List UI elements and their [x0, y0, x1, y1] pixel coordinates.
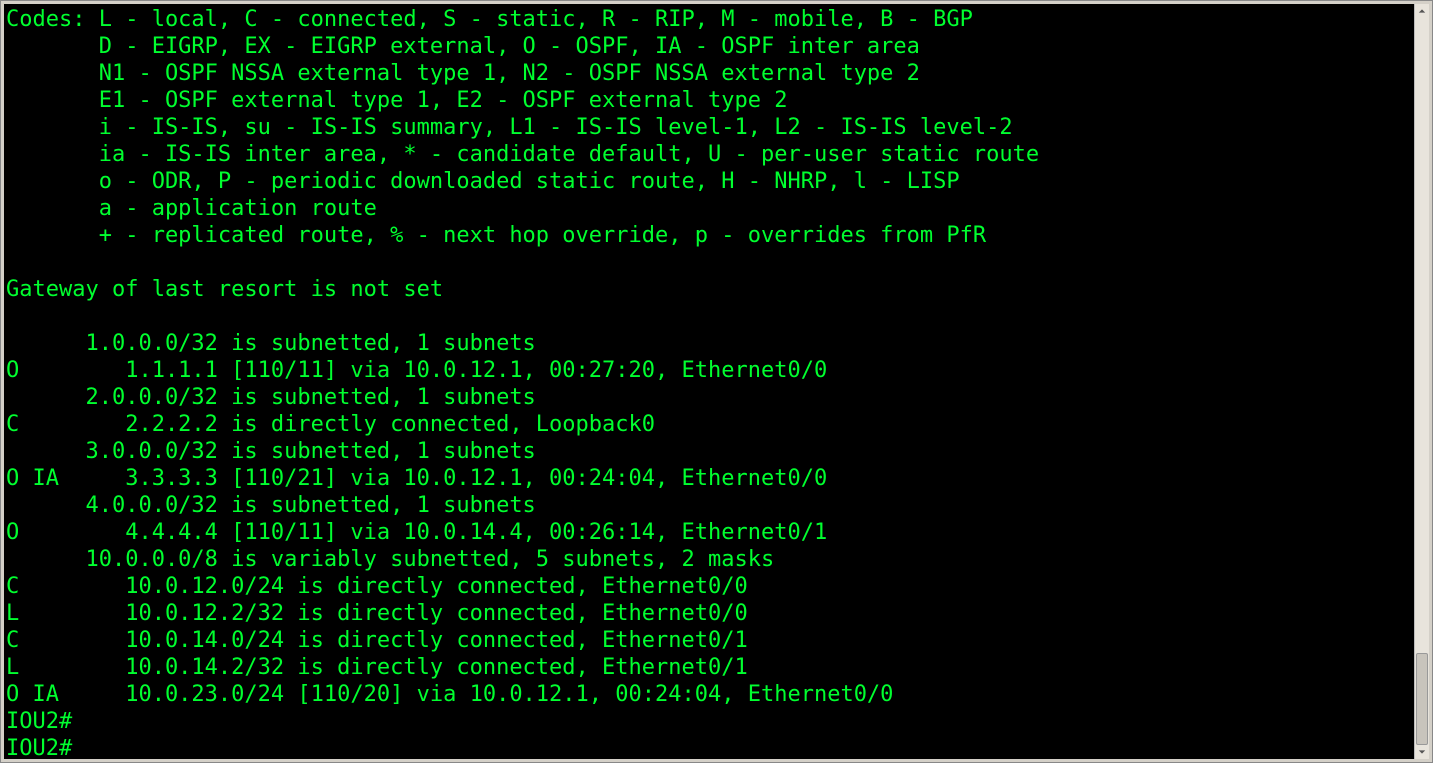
- scroll-track[interactable]: [1415, 18, 1429, 745]
- scroll-up-button[interactable]: [1415, 4, 1429, 18]
- scroll-thumb[interactable]: [1416, 653, 1428, 745]
- codes-line: o - ODR, P - periodic downloaded static …: [6, 169, 960, 194]
- route-line: 4.0.0.0/32 is subnetted, 1 subnets: [6, 493, 536, 518]
- terminal-window: Codes: L - local, C - connected, S - sta…: [0, 0, 1433, 763]
- shell-prompt[interactable]: IOU2#: [6, 709, 72, 734]
- route-line: 1.0.0.0/32 is subnetted, 1 subnets: [6, 331, 536, 356]
- route-line: C 10.0.12.0/24 is directly connected, Et…: [6, 574, 748, 599]
- codes-line: E1 - OSPF external type 1, E2 - OSPF ext…: [6, 88, 787, 113]
- codes-line: D - EIGRP, EX - EIGRP external, O - OSPF…: [6, 34, 920, 59]
- codes-line: i - IS-IS, su - IS-IS summary, L1 - IS-I…: [6, 115, 1013, 140]
- route-line: C 2.2.2.2 is directly connected, Loopbac…: [6, 412, 655, 437]
- terminal-output[interactable]: Codes: L - local, C - connected, S - sta…: [4, 4, 1414, 759]
- codes-line: a - application route: [6, 196, 377, 221]
- gateway-line: Gateway of last resort is not set: [6, 277, 443, 302]
- route-line: 2.0.0.0/32 is subnetted, 1 subnets: [6, 385, 536, 410]
- chevron-down-icon: [1418, 748, 1426, 756]
- route-line: O IA 10.0.23.0/24 [110/20] via 10.0.12.1…: [6, 682, 893, 707]
- codes-line: + - replicated route, % - next hop overr…: [6, 223, 986, 248]
- vertical-scrollbar[interactable]: [1414, 4, 1429, 759]
- shell-prompt[interactable]: IOU2#: [6, 736, 72, 759]
- route-line: O 1.1.1.1 [110/11] via 10.0.12.1, 00:27:…: [6, 358, 827, 383]
- route-line: O IA 3.3.3.3 [110/21] via 10.0.12.1, 00:…: [6, 466, 827, 491]
- route-line: L 10.0.14.2/32 is directly connected, Et…: [6, 655, 748, 680]
- chevron-up-icon: [1418, 7, 1426, 15]
- route-line: 3.0.0.0/32 is subnetted, 1 subnets: [6, 439, 536, 464]
- codes-line: Codes: L - local, C - connected, S - sta…: [6, 7, 973, 32]
- terminal-viewport[interactable]: Codes: L - local, C - connected, S - sta…: [4, 4, 1414, 759]
- route-line: L 10.0.12.2/32 is directly connected, Et…: [6, 601, 748, 626]
- route-line: 10.0.0.0/8 is variably subnetted, 5 subn…: [6, 547, 774, 572]
- scroll-down-button[interactable]: [1415, 745, 1429, 759]
- codes-line: ia - IS-IS inter area, * - candidate def…: [6, 142, 1039, 167]
- codes-line: N1 - OSPF NSSA external type 1, N2 - OSP…: [6, 61, 920, 86]
- route-line: C 10.0.14.0/24 is directly connected, Et…: [6, 628, 748, 653]
- route-line: O 4.4.4.4 [110/11] via 10.0.14.4, 00:26:…: [6, 520, 827, 545]
